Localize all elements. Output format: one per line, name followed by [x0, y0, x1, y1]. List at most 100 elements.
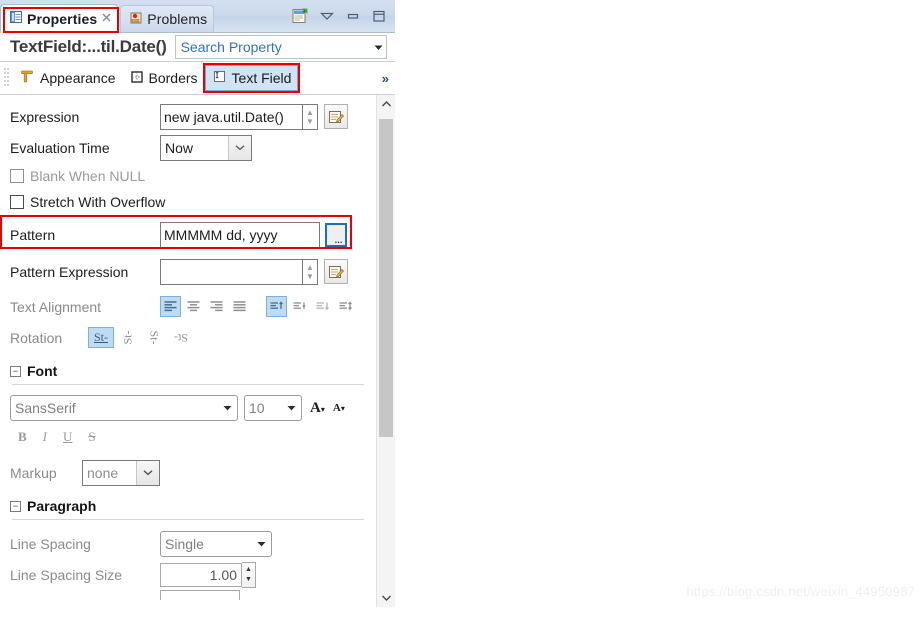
scroll-down-icon[interactable]: [377, 589, 395, 607]
rotation-right-icon[interactable]: St-: [142, 327, 166, 348]
font-section-header[interactable]: − Font: [10, 363, 376, 379]
stretch-with-overflow-checkbox[interactable]: [10, 195, 24, 209]
rotation-none-icon[interactable]: St-: [88, 327, 114, 348]
appearance-icon: [20, 69, 35, 87]
sidebar-item-borders[interactable]: Borders: [123, 66, 205, 91]
expression-spinner[interactable]: ▲ ▼: [303, 103, 318, 130]
blank-when-null-label: Blank When NULL: [30, 168, 146, 184]
font-family-select[interactable]: SansSerif: [10, 395, 238, 421]
chevron-down-icon[interactable]: [136, 460, 159, 485]
pattern-browse-button[interactable]: ...: [325, 222, 347, 247]
italic-toggle[interactable]: I: [43, 429, 47, 445]
paragraph-section-twisty-icon[interactable]: −: [10, 500, 21, 512]
properties-scroll-area: Expression new java.util.Date() ▲ ▼ Evalu…: [0, 95, 395, 607]
search-dropdown-icon[interactable]: [370, 44, 386, 51]
pattern-expression-spinner[interactable]: ▲ ▼: [303, 258, 318, 285]
evaluation-time-label: Evaluation Time: [10, 139, 110, 156]
view-menu-icon[interactable]: [319, 9, 335, 26]
font-style-toggles: B I U S: [10, 423, 376, 451]
line-spacing-size-label: Line Spacing Size: [10, 566, 123, 583]
partially-visible-field[interactable]: [160, 590, 240, 600]
chevron-down-icon[interactable]: [217, 405, 237, 411]
align-middle-icon[interactable]: [289, 296, 310, 317]
horizontal-alignment-group: [160, 296, 252, 317]
expression-input[interactable]: new java.util.Date(): [160, 103, 303, 130]
evaluation-time-select[interactable]: Now: [160, 134, 252, 161]
row-pattern-expression: Pattern Expression ▲ ▼: [10, 256, 376, 287]
minimize-icon[interactable]: [345, 9, 361, 26]
expression-edit-button[interactable]: [324, 104, 348, 129]
font-section-title: Font: [27, 363, 58, 379]
line-spacing-value: Single: [165, 535, 204, 552]
row-stretch-with-overflow[interactable]: Stretch With Overflow: [10, 189, 376, 215]
align-top-icon[interactable]: [266, 296, 287, 317]
sidebar-item-text-field-label: Text Field: [231, 70, 292, 86]
paragraph-section-title: Paragraph: [27, 498, 97, 514]
blank-when-null-checkbox[interactable]: [10, 169, 24, 183]
pattern-expression-input[interactable]: [160, 258, 303, 285]
align-justify-icon[interactable]: [229, 296, 250, 317]
decrease-font-size-button[interactable]: A ▾: [333, 402, 345, 414]
sidebar-item-borders-label: Borders: [148, 70, 198, 86]
increase-font-size-button[interactable]: A ▾: [310, 400, 325, 417]
text-field-icon: [212, 69, 227, 87]
tab-close-icon[interactable]: [102, 13, 111, 25]
align-vjustify-icon[interactable]: [335, 296, 356, 317]
scrollbar-thumb[interactable]: [379, 119, 393, 437]
row-text-alignment: Text Alignment: [10, 291, 376, 322]
maximize-icon[interactable]: [371, 9, 387, 26]
sidebar-item-text-field[interactable]: Text Field: [202, 63, 301, 93]
properties-icon: [9, 10, 23, 27]
pattern-input[interactable]: MMMMM dd, yyyy: [160, 221, 320, 248]
search-property-box[interactable]: [174, 35, 387, 59]
toolbar-grip[interactable]: [4, 68, 10, 88]
line-spacing-size-spinner[interactable]: ▲ ▼: [242, 561, 256, 588]
row-blank-when-null[interactable]: Blank When NULL: [10, 163, 376, 189]
more-tabs-icon[interactable]: »: [382, 71, 395, 86]
stretch-with-overflow-label: Stretch With Overflow: [30, 194, 166, 210]
tab-properties[interactable]: Properties: [0, 4, 119, 33]
rotation-upside-down-icon[interactable]: St-: [168, 327, 194, 348]
font-size-select[interactable]: 10: [244, 395, 302, 421]
align-right-icon[interactable]: [206, 296, 227, 317]
align-bottom-icon[interactable]: [312, 296, 333, 317]
font-section-twisty-icon[interactable]: −: [10, 365, 21, 377]
font-family-value: SansSerif: [15, 400, 76, 416]
row-pattern: Pattern MMMMM dd, yyyy ...: [0, 215, 376, 250]
section-tab-strip: Appearance Borders Text Field »: [0, 62, 395, 95]
sidebar-item-appearance[interactable]: Appearance: [13, 65, 123, 91]
align-center-icon[interactable]: [183, 296, 204, 317]
line-spacing-select[interactable]: Single: [160, 530, 272, 557]
chevron-down-icon[interactable]: [228, 135, 251, 160]
borders-icon: [130, 70, 144, 87]
align-left-icon[interactable]: [160, 296, 181, 317]
tab-properties-label: Properties: [27, 10, 98, 27]
properties-view: Properties Problems TextField:...til.Dat…: [0, 0, 395, 615]
pattern-expression-edit-button[interactable]: [324, 259, 348, 284]
expression-label: Expression: [10, 108, 80, 125]
text-alignment-label: Text Alignment: [10, 298, 102, 315]
scrollbar-track[interactable]: [377, 113, 395, 589]
evaluation-time-value: Now: [165, 139, 194, 156]
paragraph-section-header[interactable]: − Paragraph: [10, 498, 376, 514]
search-input[interactable]: [175, 38, 370, 56]
vertical-scrollbar[interactable]: [376, 95, 395, 607]
chevron-down-icon[interactable]: [251, 541, 271, 547]
tab-problems-label: Problems: [147, 11, 208, 27]
bold-toggle[interactable]: B: [18, 429, 27, 445]
scroll-up-icon[interactable]: [377, 95, 395, 113]
strikethrough-toggle[interactable]: S: [88, 429, 95, 445]
rotation-left-icon[interactable]: St-: [116, 327, 140, 348]
underline-toggle[interactable]: U: [63, 429, 72, 445]
tab-problems[interactable]: Problems: [120, 5, 215, 32]
markup-select[interactable]: none: [82, 459, 160, 486]
markup-label: Markup: [10, 464, 57, 481]
chevron-down-icon[interactable]: [281, 405, 301, 411]
line-spacing-label: Line Spacing: [10, 535, 91, 552]
row-evaluation-time: Evaluation Time Now: [10, 132, 376, 163]
row-expression: Expression new java.util.Date() ▲ ▼: [10, 101, 376, 132]
rotation-label: Rotation: [10, 329, 63, 346]
pattern-label: Pattern: [10, 226, 56, 243]
line-spacing-size-input[interactable]: 1.00: [160, 562, 242, 587]
new-properties-view-icon[interactable]: [291, 7, 309, 28]
